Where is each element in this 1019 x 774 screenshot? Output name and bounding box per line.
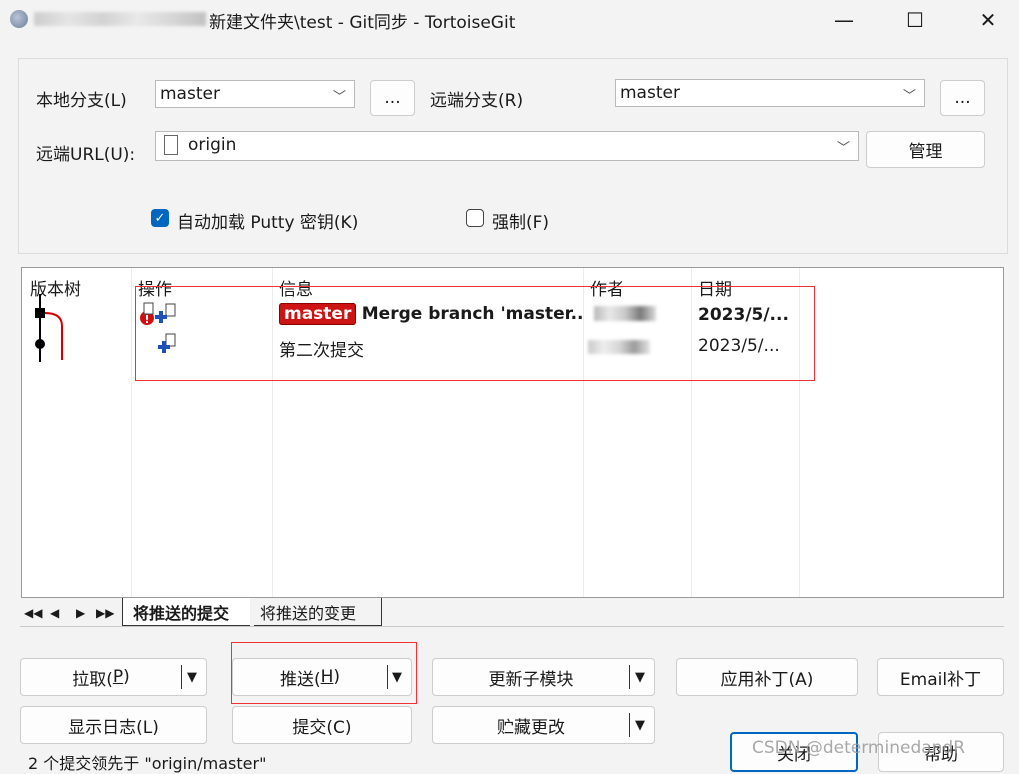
split-divider bbox=[387, 665, 388, 689]
window-title: 新建文件夹\test - Git同步 - TortoiseGit bbox=[209, 13, 516, 33]
browse-remote-branch-button[interactable]: ... bbox=[940, 80, 985, 116]
local-branch-value: master bbox=[160, 84, 220, 104]
chevron-down-icon: ﹀ bbox=[332, 90, 346, 105]
first-icon[interactable]: ◀◀ bbox=[24, 606, 42, 620]
column-divider bbox=[131, 268, 132, 597]
split-divider bbox=[629, 665, 630, 689]
email-patch-button[interactable]: Email补丁 bbox=[877, 658, 1004, 696]
browse-label: ... bbox=[954, 88, 971, 108]
dropdown-arrow-icon[interactable]: ▼ bbox=[635, 718, 645, 733]
remote-url-combo[interactable]: origin ﹀ bbox=[155, 131, 859, 161]
split-divider bbox=[181, 665, 182, 689]
pull-label: 拉取(P) bbox=[72, 667, 130, 690]
force-label: 强制(F) bbox=[492, 213, 550, 233]
browse-label: ... bbox=[384, 88, 401, 108]
check-icon: ✓ bbox=[154, 210, 166, 226]
local-branch-label: 本地分支(L) bbox=[36, 91, 127, 111]
push-label: 推送(H) bbox=[279, 667, 341, 690]
minimize-icon: — bbox=[834, 8, 854, 32]
update-submodules-label: 更新子模块 bbox=[488, 669, 574, 690]
stash-label: 贮藏更改 bbox=[497, 717, 565, 738]
tab-commits-to-push[interactable]: 将推送的提交 bbox=[122, 598, 250, 626]
update-submodules-button[interactable]: 更新子模块 ▼ bbox=[432, 658, 655, 696]
remote-url-value: origin bbox=[188, 135, 237, 155]
highlight-box bbox=[135, 286, 815, 381]
apply-patch-button[interactable]: 应用补丁(A) bbox=[676, 658, 858, 696]
tab-changes-to-push[interactable]: 将推送的变更 bbox=[254, 598, 382, 626]
commit-label: 提交(C) bbox=[292, 717, 352, 738]
chevron-down-icon: ﹀ bbox=[836, 141, 850, 156]
show-log-button[interactable]: 显示日志(L) bbox=[20, 706, 207, 744]
browse-local-branch-button[interactable]: ... bbox=[370, 80, 415, 116]
split-divider bbox=[629, 713, 630, 737]
next-icon[interactable]: ▶ bbox=[76, 606, 85, 620]
manage-label: 管理 bbox=[908, 142, 943, 162]
revision-graph bbox=[35, 294, 63, 362]
apply-patch-label: 应用补丁(A) bbox=[720, 669, 814, 690]
remote-url-label: 远端URL(U): bbox=[36, 145, 136, 165]
chevron-down-icon: ﹀ bbox=[902, 89, 916, 104]
pull-button[interactable]: 拉取(P) ▼ bbox=[20, 658, 207, 696]
show-log-label: 显示日志(L) bbox=[68, 717, 159, 738]
commit-button[interactable]: 提交(C) bbox=[232, 706, 412, 744]
dropdown-arrow-icon[interactable]: ▼ bbox=[187, 670, 197, 685]
tab-baseline bbox=[20, 626, 1004, 627]
minimize-button[interactable]: — bbox=[813, 0, 875, 40]
remote-branch-combo[interactable]: master ﹀ bbox=[615, 79, 925, 107]
last-icon[interactable]: ▶▶ bbox=[96, 606, 114, 620]
maximize-icon: ☐ bbox=[906, 8, 924, 32]
remote-branch-label: 远端分支(R) bbox=[430, 91, 524, 111]
push-button[interactable]: 推送(H) ▼ bbox=[232, 658, 412, 696]
autoload-putty-label: 自动加载 Putty 密钥(K) bbox=[177, 213, 359, 233]
file-icon bbox=[164, 135, 178, 155]
status-text: 2 个提交领先于 "origin/master" bbox=[28, 754, 267, 773]
email-patch-label: Email补丁 bbox=[899, 669, 982, 690]
close-window-button[interactable]: ✕ bbox=[957, 0, 1019, 40]
prev-icon[interactable]: ◀ bbox=[50, 606, 59, 620]
maximize-button[interactable]: ☐ bbox=[884, 0, 946, 40]
autoload-putty-checkbox[interactable]: ✓ bbox=[151, 209, 169, 227]
stash-button[interactable]: 贮藏更改 ▼ bbox=[432, 706, 655, 744]
dropdown-arrow-icon[interactable]: ▼ bbox=[392, 670, 402, 685]
watermark: CSDN @determinedandR bbox=[752, 738, 966, 758]
close-icon: ✕ bbox=[979, 8, 997, 32]
redacted-path bbox=[34, 12, 206, 26]
local-branch-combo[interactable]: master ﹀ bbox=[155, 80, 355, 108]
dropdown-arrow-icon[interactable]: ▼ bbox=[635, 670, 645, 685]
force-checkbox[interactable] bbox=[466, 209, 484, 227]
remote-branch-value: master bbox=[620, 83, 680, 103]
manage-button[interactable]: 管理 bbox=[866, 131, 985, 168]
tortoisegit-app-icon bbox=[10, 10, 28, 28]
